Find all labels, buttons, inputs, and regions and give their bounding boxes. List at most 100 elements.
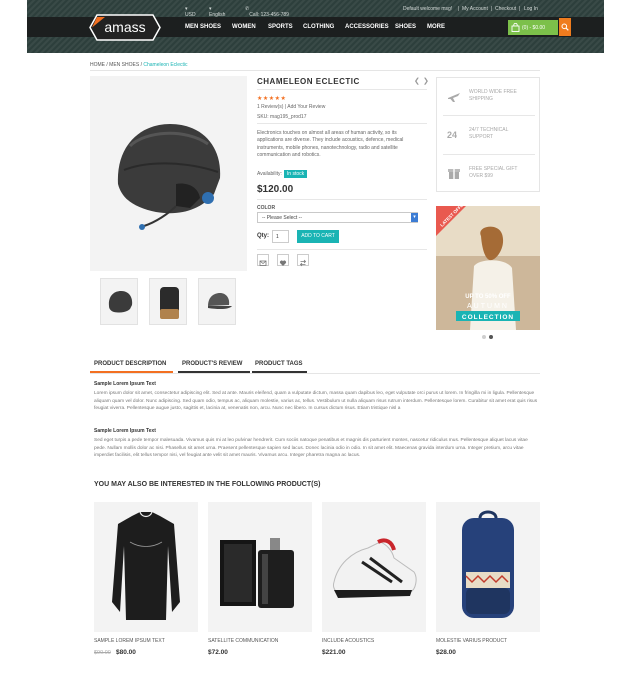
review-count-link[interactable]: 1 Review(s) — [257, 104, 283, 110]
sneaker-icon — [333, 538, 417, 598]
promo-banner[interactable]: LATEST OFFER UP TO 50% OFF AUTUMN COLLEC… — [436, 206, 540, 330]
heart-icon — [279, 260, 287, 266]
helmet-thumb-image — [108, 291, 133, 313]
thumbnail-backpack[interactable] — [149, 278, 187, 325]
description-paragraph: Sed eget turpis a pede tempor malesuada.… — [94, 438, 528, 458]
related-product-card[interactable]: SAMPLE LOREM IPSUM TEXT $90.00 $80.00 — [94, 502, 198, 665]
breadcrumb-current: Chameleon Eclectic — [143, 62, 188, 68]
related-product-image[interactable] — [94, 502, 198, 632]
topbar-separator: | — [458, 6, 460, 12]
tabs-divider — [90, 373, 540, 374]
helmet-image — [117, 124, 221, 230]
nav-sports[interactable]: SPORTS — [268, 24, 293, 30]
nav-more[interactable]: MORE — [427, 24, 445, 30]
related-product-price: $28.00 — [436, 649, 456, 656]
compare-button[interactable] — [297, 254, 309, 267]
related-product-name[interactable]: SAMPLE LOREM IPSUM TEXT — [94, 638, 165, 644]
stock-badge: In stock — [283, 170, 308, 178]
cart-button[interactable]: (0) - $0.00 — [508, 20, 558, 35]
my-account-link[interactable]: My Account — [462, 6, 488, 12]
product-sku: SKU: mag195_prod17 — [257, 114, 307, 120]
airplane-icon — [448, 93, 460, 102]
service-text-line: 24/7 TECHNICAL — [469, 127, 509, 133]
email-friend-button[interactable] — [257, 254, 269, 266]
slider-dot-active[interactable] — [489, 335, 493, 339]
service-text-line: SHIPPING — [469, 96, 493, 102]
banner-collection-text: COLLECTION — [462, 314, 514, 321]
tab-product-review[interactable]: PRODUCT'S REVIEW — [182, 361, 242, 367]
nav-shoes[interactable]: SHOES — [395, 24, 416, 30]
description-heading: Sample Lorem Ipsum Text — [94, 428, 156, 434]
site-logo[interactable]: amass — [89, 14, 161, 41]
quantity-input[interactable]: 1 — [272, 230, 289, 243]
add-review-link[interactable]: Add Your Review — [287, 104, 325, 110]
search-button[interactable] — [559, 18, 571, 36]
description-paragraph: Lorem ipsum dolor sit amet, consectetur … — [94, 391, 538, 411]
breadcrumb-category[interactable]: MEN SHOES — [109, 62, 139, 68]
currency-select[interactable]: USD ▾ — [185, 6, 196, 18]
service-text-line: OVER $99 — [469, 173, 493, 179]
sku-divider — [257, 123, 427, 124]
banner-offer-text: UP TO 50% OFF — [465, 294, 511, 300]
nav-clothing[interactable]: CLOTHING — [303, 24, 334, 30]
title-divider — [257, 89, 427, 90]
color-select[interactable]: -- Please Select -- — [257, 212, 418, 223]
login-link[interactable]: Log In — [524, 6, 538, 12]
add-to-cart-button[interactable]: ADD TO CART — [297, 230, 339, 243]
related-product-name[interactable]: INCLUDE ACOUSTICS — [322, 638, 374, 644]
cap-thumb-image — [208, 293, 232, 310]
wishlist-button[interactable] — [277, 254, 289, 266]
breadcrumb-home[interactable]: HOME — [90, 62, 105, 68]
related-product-image[interactable] — [322, 502, 426, 632]
related-product-image[interactable] — [436, 502, 540, 632]
availability-label: Availability: — [257, 171, 282, 177]
related-product-name[interactable]: MOLESTIE VARIUS PRODUCT — [436, 638, 507, 644]
related-product-name[interactable]: SATELLITE COMMUNICATION — [208, 638, 278, 644]
nav-accessories[interactable]: ACCESSORIES — [345, 24, 389, 30]
site-header: USD ▾ English ▾ ✆ Call: 123-456-789 Defa… — [27, 0, 604, 53]
price-divider — [257, 199, 427, 200]
thumbnail-helmet[interactable] — [100, 278, 138, 325]
services-box: WORLD WIDE FREE SHIPPING 24 24/7 TECHNIC… — [436, 77, 540, 192]
product-price: $120.00 — [257, 184, 294, 195]
related-product-price: $80.00 — [116, 649, 136, 656]
slider-dot[interactable] — [482, 335, 486, 339]
previous-product-arrow-icon[interactable]: ❮ — [414, 77, 420, 85]
topbar-separator: | — [491, 6, 493, 12]
breadcrumb-divider — [90, 70, 540, 71]
related-product-image[interactable] — [208, 502, 312, 632]
cart-summary: (0) - $0.00 — [522, 25, 546, 31]
phone-number: ✆ Call: 123-456-789 — [245, 6, 289, 18]
nav-women[interactable]: WOMEN — [232, 24, 256, 30]
tab-product-description[interactable]: PRODUCT DESCRIPTION — [94, 361, 166, 367]
logo-text: amass — [104, 19, 145, 35]
checkout-link[interactable]: Checkout — [495, 6, 516, 12]
product-main-image[interactable] — [90, 76, 247, 271]
related-product-card[interactable]: SATELLITE COMMUNICATION $72.00 — [208, 502, 312, 665]
short-description: Electronics touches on almost all areas … — [257, 130, 404, 158]
availability: Availability: In stock — [257, 170, 308, 178]
tab-product-tags[interactable]: PRODUCT TAGS — [255, 361, 303, 367]
gift-icon — [448, 169, 460, 179]
service-gift: FREE SPECIAL GIFT OVER $99 — [437, 155, 539, 192]
shirt-icon — [112, 511, 180, 620]
service-text-line: FREE SPECIAL GIFT — [469, 166, 518, 172]
review-separator: | — [284, 104, 287, 110]
svg-text:24: 24 — [447, 130, 457, 140]
shopping-bag-icon — [511, 23, 520, 32]
email-icon — [259, 260, 267, 266]
breadcrumb: HOME / MEN SHOES / Chameleon Eclectic — [90, 62, 188, 68]
select-arrow-icon[interactable]: ▾ — [411, 213, 418, 222]
language-select[interactable]: English ▾ — [209, 6, 225, 18]
related-product-price: $72.00 — [208, 649, 228, 656]
description-heading: Sample Lorem Ipsum Text — [94, 381, 156, 387]
related-product-card[interactable]: INCLUDE ACOUSTICS $221.00 — [322, 502, 426, 665]
related-product-card[interactable]: MOLESTIE VARIUS PRODUCT $28.00 — [436, 502, 540, 665]
color-label: COLOR — [257, 205, 276, 211]
next-product-arrow-icon[interactable]: ❯ — [423, 77, 429, 85]
nav-men-shoes[interactable]: MEN SHOES — [185, 24, 221, 30]
thumbnail-cap[interactable] — [198, 278, 236, 325]
banner-image: LATEST OFFER UP TO 50% OFF AUTUMN COLLEC… — [436, 206, 540, 330]
topbar-separator: | — [519, 6, 521, 12]
compare-icon — [299, 259, 307, 267]
